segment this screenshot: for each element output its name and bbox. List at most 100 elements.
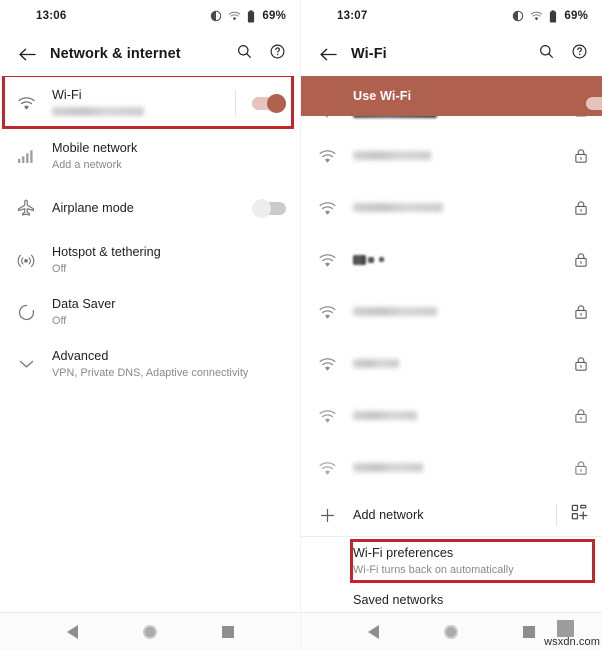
add-network-label: Add network: [353, 507, 424, 522]
wifi-network-list: Add network Wi-Fi preferences Wi-Fi turn…: [301, 130, 602, 612]
status-icons: 69%: [512, 9, 588, 23]
row-add-network[interactable]: Add network: [301, 494, 602, 536]
battery-percent: 69%: [262, 10, 286, 22]
row-airplane-mode-title: Airplane mode: [52, 200, 134, 215]
airplane-mode-toggle[interactable]: [252, 199, 286, 218]
airplane-icon: [0, 198, 52, 218]
back-arrow-icon[interactable]: [311, 46, 345, 63]
panel-network-internet: 13:06 69% Network & internet Wi-Fi Mobil…: [0, 0, 301, 650]
lock-icon: [574, 200, 588, 216]
nav-recents-icon[interactable]: [523, 625, 536, 638]
battery-icon: [550, 9, 557, 22]
network-row[interactable]: [301, 286, 602, 338]
lock-icon: [574, 408, 588, 424]
row-saved-networks-text: Saved networks 8 networks: [353, 592, 588, 612]
wifi-icon: [301, 304, 353, 321]
wifi-preferences-title: Wi-Fi preferences: [353, 545, 454, 560]
lock-icon: [574, 356, 588, 372]
lock-icon: [574, 252, 588, 268]
app-bar-right: Wi-Fi: [301, 32, 602, 76]
battery-percent: 69%: [564, 10, 588, 22]
row-saved-networks[interactable]: Saved networks 8 networks: [301, 585, 602, 612]
network-row[interactable]: [301, 390, 602, 442]
divider: [235, 90, 236, 116]
row-mobile-network-subtitle: Add a network: [52, 158, 122, 171]
wifi-toggle[interactable]: [252, 94, 286, 113]
use-wifi-bar[interactable]: Use Wi-Fi: [301, 76, 602, 116]
row-wifi-trail: [235, 90, 286, 116]
wifi-icon: [301, 408, 353, 425]
plus-icon: [301, 506, 353, 525]
divider: [556, 504, 557, 526]
network-row[interactable]: [301, 130, 602, 182]
row-wifi-title: Wi-Fi: [52, 87, 82, 102]
qr-scan-icon[interactable]: [571, 504, 588, 526]
network-row[interactable]: [301, 234, 602, 286]
search-icon[interactable]: [538, 43, 555, 65]
use-wifi-label: Use Wi-Fi: [353, 89, 412, 103]
app-bar-actions-right: [538, 43, 588, 65]
hotspot-icon: [0, 250, 52, 270]
row-advanced-text: Advanced VPN, Private DNS, Adaptive conn…: [52, 348, 286, 381]
row-airplane-mode-trail: [252, 199, 286, 218]
network-ssid-redacted: [353, 251, 574, 269]
wifi-icon: [301, 252, 353, 269]
nav-back-icon[interactable]: [367, 624, 379, 639]
row-advanced[interactable]: Advanced VPN, Private DNS, Adaptive conn…: [0, 338, 300, 390]
row-wifi-preferences[interactable]: Wi-Fi preferences Wi-Fi turns back on au…: [301, 537, 602, 585]
wifi-icon: [531, 11, 543, 20]
chevron-down-icon: [0, 357, 52, 371]
search-icon[interactable]: [236, 43, 253, 65]
signal-bars-icon: [0, 148, 52, 164]
row-wifi[interactable]: Wi-Fi: [0, 76, 300, 130]
row-hotspot-tethering-subtitle: Off: [52, 262, 67, 275]
row-airplane-mode[interactable]: Airplane mode: [0, 182, 300, 234]
status-clock: 13:06: [36, 10, 67, 22]
row-mobile-network-text: Mobile network Add a network: [52, 140, 286, 173]
network-row[interactable]: [301, 338, 602, 390]
network-row[interactable]: [301, 182, 602, 234]
row-mobile-network[interactable]: Mobile network Add a network: [0, 130, 300, 182]
settings-list: Wi-Fi Mobile network Add a network Airpl…: [0, 76, 300, 612]
row-data-saver[interactable]: Data Saver Off: [0, 286, 300, 338]
row-wifi-subtitle-redacted: [52, 105, 235, 120]
row-hotspot-tethering[interactable]: Hotspot & tethering Off: [0, 234, 300, 286]
help-icon[interactable]: [269, 43, 286, 65]
status-bar-left: 13:06 69%: [0, 0, 300, 32]
status-clock: 13:07: [337, 10, 368, 22]
network-ssid-redacted: [353, 407, 574, 425]
nav-back-icon[interactable]: [66, 624, 78, 639]
row-wifi-text: Wi-Fi: [52, 87, 235, 120]
battery-icon: [248, 9, 255, 22]
row-wifi-preferences-text: Wi-Fi preferences Wi-Fi turns back on au…: [353, 545, 588, 578]
network-row[interactable]: [301, 442, 602, 494]
app-bar-actions-left: [236, 43, 286, 65]
status-icons: 69%: [210, 9, 286, 23]
nav-recents-icon[interactable]: [221, 625, 234, 638]
network-ssid-redacted: [353, 459, 574, 477]
network-ssid-redacted: [353, 147, 574, 165]
wifi-preferences-subtitle: Wi-Fi turns back on automatically: [353, 563, 514, 576]
nav-home-icon[interactable]: [443, 624, 458, 639]
wifi-icon: [301, 148, 353, 165]
saved-networks-title: Saved networks: [353, 592, 444, 607]
page-title: Wi-Fi: [351, 46, 387, 62]
row-advanced-title: Advanced: [52, 348, 109, 363]
help-icon[interactable]: [571, 43, 588, 65]
network-ssid-redacted: [353, 303, 574, 321]
row-data-saver-subtitle: Off: [52, 314, 67, 327]
wifi-icon: [301, 200, 353, 217]
data-saver-icon: [0, 303, 52, 322]
wifi-icon: [229, 11, 241, 20]
nav-home-icon[interactable]: [142, 624, 157, 639]
watermark-block: [557, 620, 574, 637]
row-hotspot-tethering-title: Hotspot & tethering: [52, 244, 161, 259]
network-ssid-redacted: [353, 199, 574, 217]
app-bar-left: Network & internet: [0, 32, 300, 76]
row-advanced-subtitle: VPN, Private DNS, Adaptive connectivity: [52, 366, 249, 379]
dnd-icon: [211, 10, 222, 22]
lock-icon: [574, 304, 588, 320]
wifi-icon: [301, 460, 353, 477]
row-airplane-mode-text: Airplane mode: [52, 200, 252, 217]
back-arrow-icon[interactable]: [10, 46, 44, 63]
